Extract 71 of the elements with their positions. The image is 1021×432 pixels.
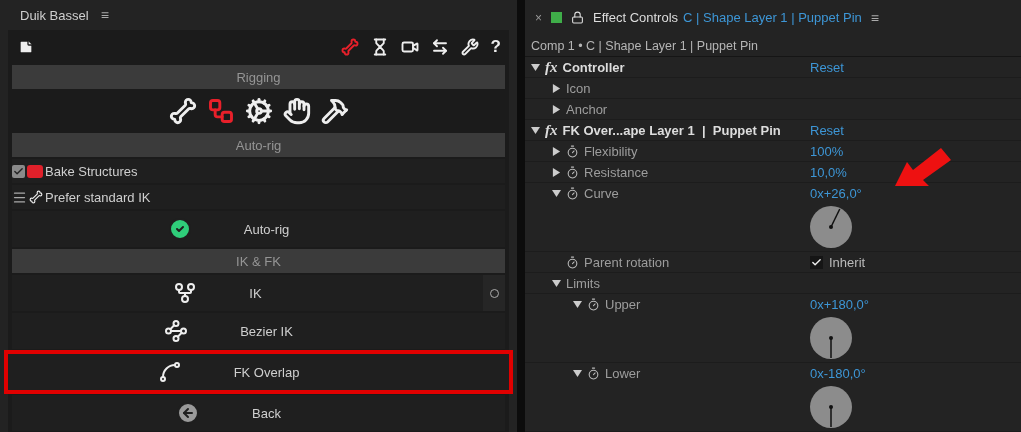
option-label: Bake Structures [45,163,138,179]
property-label: Anchor [566,101,608,117]
caret-icon[interactable] [552,104,561,114]
hammer-icon[interactable] [320,97,349,125]
caret-icon[interactable] [552,146,561,156]
wrench-icon[interactable] [460,38,479,56]
label-color-swatch [551,12,562,24]
angle-dial[interactable] [810,317,852,359]
caret-icon[interactable] [531,62,540,72]
stopwatch-icon[interactable] [587,366,600,380]
stopwatch-icon[interactable] [566,186,579,200]
section-header: Auto-rig [12,133,505,157]
checkbox[interactable] [12,164,25,178]
help-button[interactable]: ? [490,37,501,57]
property-label: Flexibility [584,143,638,159]
note-icon[interactable] [18,39,34,55]
property-label: Parent rotation [584,254,670,270]
fx-label: fx [545,58,558,76]
tool-button[interactable]: Back [12,395,505,431]
checkbox[interactable] [810,255,823,269]
panel-title: Duik Bassel [20,7,89,23]
property-value[interactable]: 0x-180,0° [810,365,866,381]
angle-dial[interactable] [810,386,852,428]
property-label: Upper [605,296,641,312]
menu-icon[interactable] [12,189,27,205]
fx-label: fx [545,121,558,139]
property-label: Resistance [584,164,649,180]
property-value[interactable]: 100% [810,143,844,159]
property-label: Limits [566,275,600,291]
gear-icon[interactable] [244,97,273,125]
bone-icon [29,190,43,204]
property-label: Controller [562,59,625,75]
caret-icon[interactable] [552,278,561,288]
badge-icon [27,164,43,178]
tool-button[interactable]: Auto-rig [12,211,505,247]
caret-icon[interactable] [552,188,561,198]
breadcrumb: Comp 1 • C | Shape Layer 1 | Puppet Pin [525,35,1021,57]
stopwatch-icon[interactable] [566,165,579,179]
property-value[interactable]: 0x+180,0° [810,296,870,312]
property-value[interactable]: 0x+26,0° [810,185,862,201]
swap-arrows-icon[interactable] [430,38,449,56]
nodes-icon[interactable] [206,97,235,125]
panel-menu[interactable]: ≡ [870,9,879,26]
caret-icon[interactable] [531,125,540,135]
lock-icon[interactable] [571,11,584,25]
option-label: Prefer standard IK [45,189,151,205]
caret-icon[interactable] [573,368,582,378]
section-header: IK & FK [12,249,505,273]
property-label: Lower [605,365,641,381]
options-button[interactable] [483,275,505,311]
stopwatch-icon[interactable] [566,255,579,269]
panel-menu[interactable]: ≡ [100,7,109,23]
tool-button[interactable]: Bezier IK [12,313,505,349]
stopwatch-icon[interactable] [587,297,600,311]
panel-title[interactable]: Effect Controls [593,10,679,26]
section-header: Rigging [12,65,505,89]
caret-icon[interactable] [573,299,582,309]
layer-name: C | Shape Layer 1 | Puppet Pin [683,10,862,26]
angle-dial[interactable] [810,206,852,248]
reset-link[interactable]: Reset [810,59,844,75]
caret-icon[interactable] [552,167,561,177]
caret-icon[interactable] [552,83,561,93]
close-button[interactable]: × [535,10,542,25]
stopwatch-icon[interactable] [566,144,579,158]
property-label: Icon [566,80,591,96]
property-label: FK Over...ape Layer 1 | Puppet Pin [562,122,781,138]
property-label: Curve [584,185,619,201]
checkbox-label: Inherit [829,254,866,270]
property-value[interactable]: 10,0% [810,164,847,180]
hand-icon[interactable] [282,97,311,125]
reset-link[interactable]: Reset [810,122,844,138]
